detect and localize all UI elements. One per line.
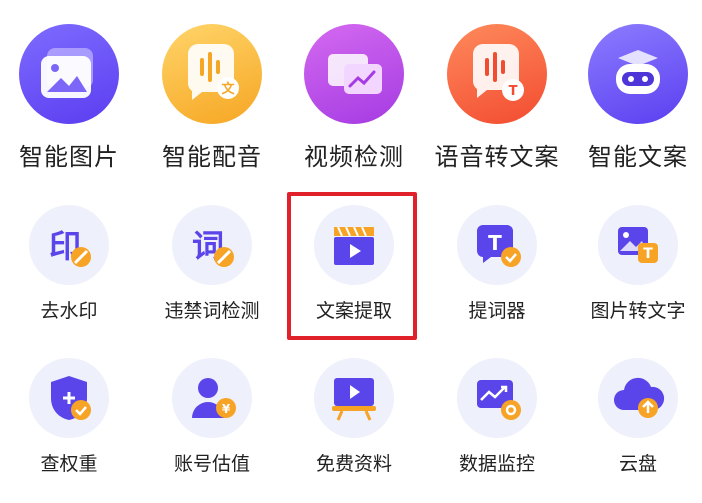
tool-label: 语音转文案 (434, 143, 560, 171)
tool-video-check[interactable]: 视频检测 (283, 24, 425, 172)
tool-label: 提词器 (468, 300, 526, 322)
speech-to-text-icon: T (447, 24, 547, 124)
svg-text:文: 文 (221, 81, 235, 97)
tool-label: 图片转文字 (590, 300, 686, 322)
svg-text:T: T (643, 246, 653, 262)
presentation-icon (314, 358, 394, 438)
shield-plus-icon (29, 358, 109, 438)
ai-robot-icon (588, 24, 688, 124)
remove-watermark-icon: 印 (29, 205, 109, 285)
account-valuation-icon: ¥ (172, 358, 252, 438)
tool-label: 智能文案 (588, 143, 688, 171)
tool-teleprompter[interactable]: T 提词器 (426, 205, 568, 323)
tool-label: 智能图片 (19, 143, 119, 171)
selection-highlight-box (287, 192, 417, 340)
tool-label: 数据监控 (458, 453, 535, 475)
cloud-upload-icon (598, 358, 678, 438)
forbidden-word-icon: 词 (172, 205, 252, 285)
tool-label: 免费资料 (315, 453, 392, 475)
tool-label: 违禁词检测 (164, 300, 260, 322)
tool-speech-to-text[interactable]: T 语音转文案 (426, 24, 568, 172)
tool-label: 视频检测 (304, 143, 404, 171)
tool-smart-image[interactable]: 智能图片 (0, 24, 140, 172)
tool-forbidden-word[interactable]: 词 违禁词检测 (141, 205, 283, 323)
tool-label: 查权重 (40, 453, 98, 475)
tool-label: 云盘 (618, 453, 657, 475)
tool-cloud-drive[interactable]: 云盘 (567, 358, 702, 476)
image-icon (19, 24, 119, 124)
svg-text:¥: ¥ (222, 402, 231, 416)
tool-check-weight[interactable]: 查权重 (0, 358, 140, 476)
chart-monitor-icon (457, 358, 537, 438)
svg-text:T: T (509, 84, 518, 99)
svg-text:T: T (488, 231, 502, 255)
tool-smart-copywriting[interactable]: 智能文案 (567, 24, 702, 172)
tool-free-materials[interactable]: 免费资料 (283, 358, 425, 476)
tool-image-to-text[interactable]: T 图片转文字 (567, 205, 702, 323)
tool-account-valuation[interactable]: ¥ 账号估值 (141, 358, 283, 476)
tool-data-monitor[interactable]: 数据监控 (426, 358, 568, 476)
image-to-text-icon: T (598, 205, 678, 285)
video-check-icon (304, 24, 404, 124)
tool-label: 去水印 (40, 300, 98, 322)
tools-grid: 智能图片 文 智能配音 视频检测 T 语音转文案 智能文案 印 去水印 词 违禁… (0, 0, 702, 503)
teleprompter-icon: T (457, 205, 537, 285)
tool-label: 智能配音 (162, 143, 262, 171)
tool-remove-watermark[interactable]: 印 去水印 (0, 205, 140, 323)
tool-label: 账号估值 (173, 453, 250, 475)
voice-dubbing-icon: 文 (162, 24, 262, 124)
tool-smart-dubbing[interactable]: 文 智能配音 (141, 24, 283, 172)
